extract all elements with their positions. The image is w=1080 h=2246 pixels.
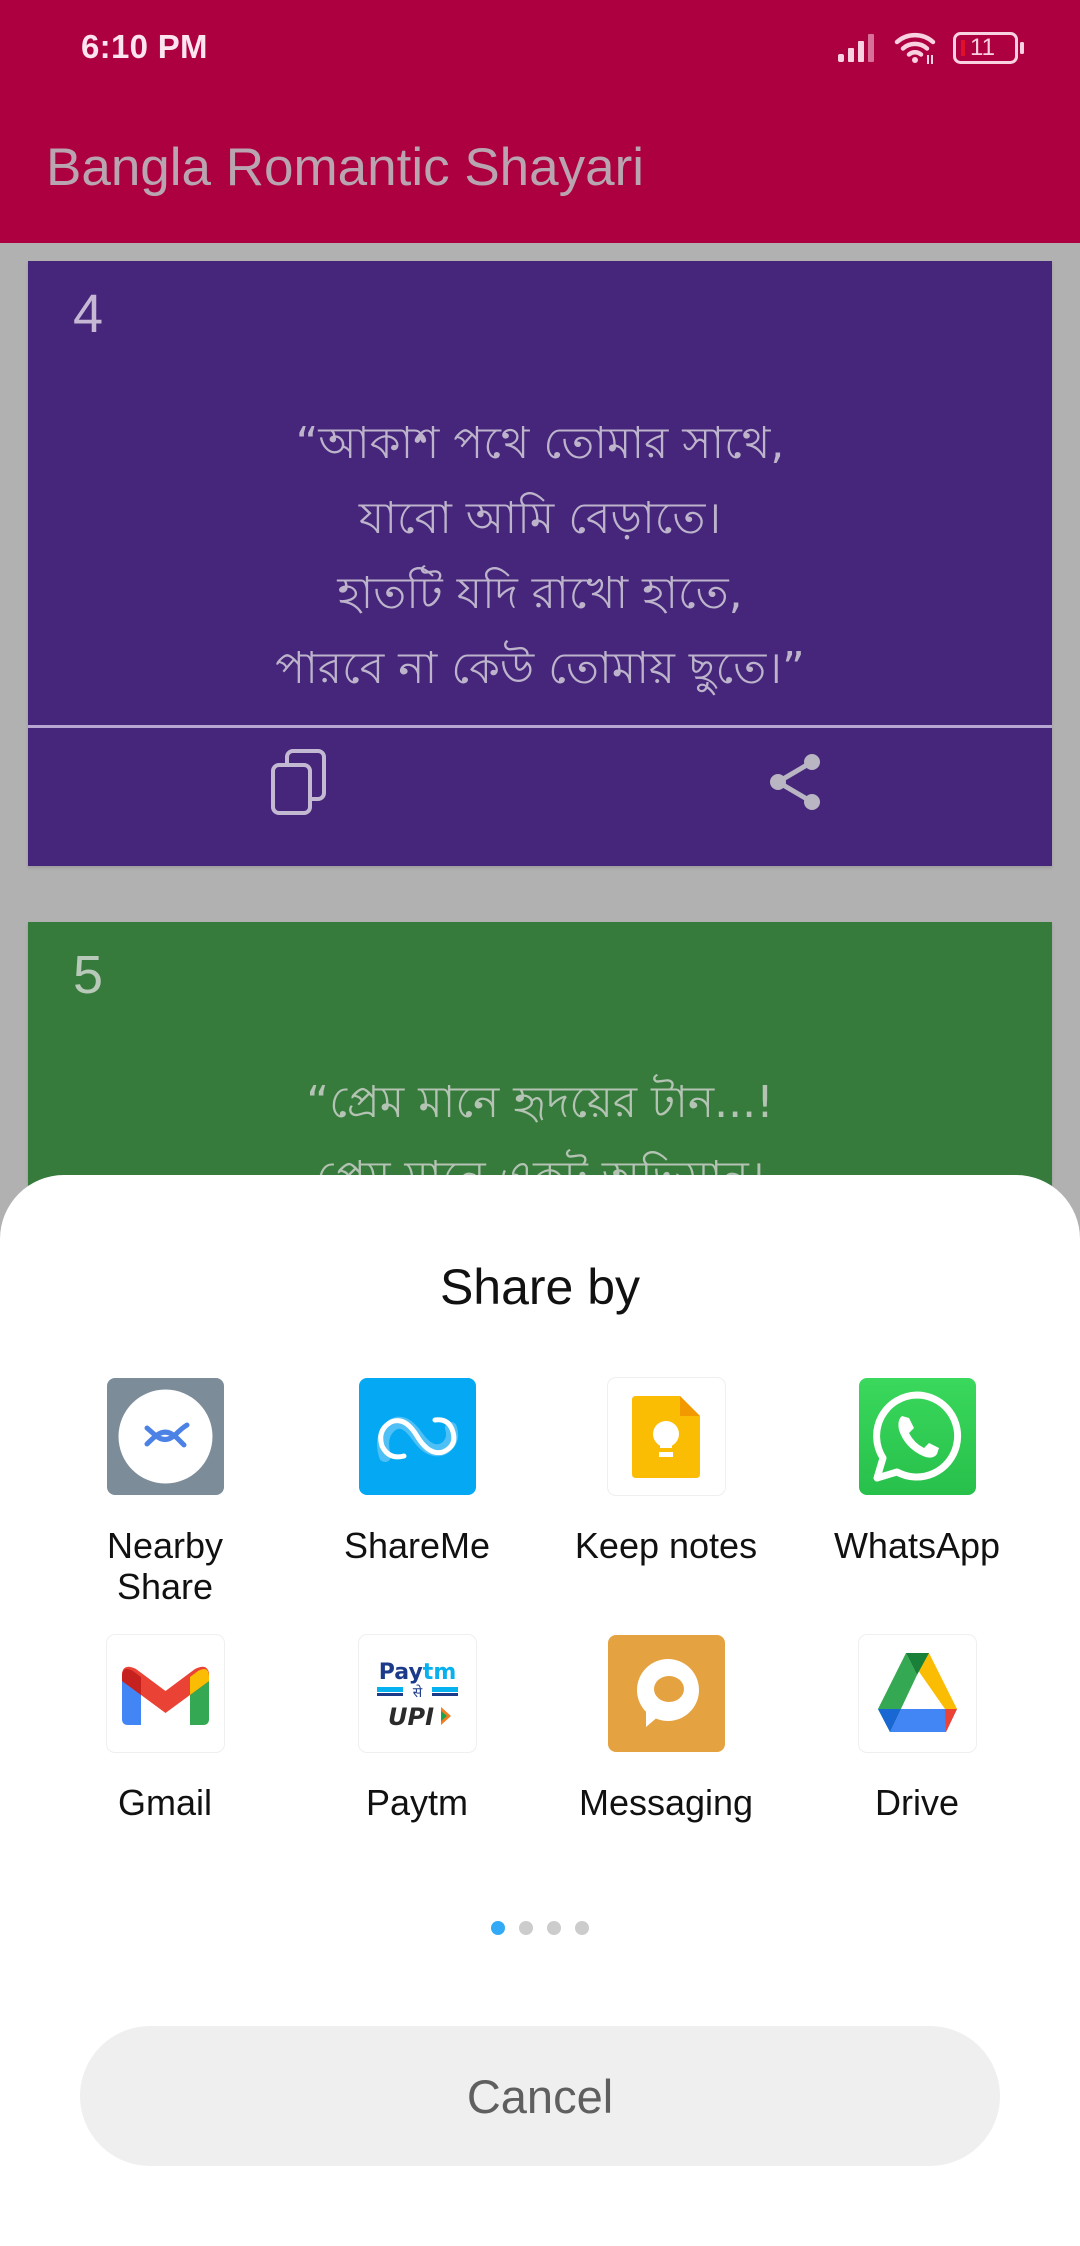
- whatsapp-icon: [858, 1378, 976, 1495]
- page-indicator: [491, 1921, 589, 1935]
- messaging-icon: [607, 1635, 725, 1752]
- app-bar: 6:10 PM 11 Bangla Romantic Shayari: [0, 0, 1080, 243]
- share-target-shareme[interactable]: ShareMe: [292, 1378, 542, 1566]
- gmail-icon: [106, 1635, 224, 1752]
- svg-text:Paytm: Paytm: [378, 1660, 456, 1685]
- share-button[interactable]: [750, 739, 840, 829]
- page-dot-active[interactable]: [491, 1921, 505, 1935]
- keep-notes-icon: [607, 1378, 725, 1495]
- app-label: Nearby Share: [106, 1525, 224, 1607]
- shayari-line: হাতটি যদি রাখো হাতে,: [337, 568, 743, 619]
- share-target-keep-notes[interactable]: Keep notes: [541, 1378, 791, 1566]
- shayari-line: “প্রেম মানে হৃদয়ের টান...!: [306, 1077, 774, 1128]
- share-target-drive[interactable]: Drive: [792, 1635, 1042, 1823]
- card-number: 5: [73, 945, 104, 1005]
- app-label: WhatsApp: [833, 1525, 1001, 1566]
- status-icons: 11: [836, 30, 1026, 66]
- page-dot[interactable]: [547, 1921, 561, 1935]
- shayari-line: “আকাশ পথে তোমার সাথে,: [295, 418, 785, 469]
- app-label: Paytm: [365, 1782, 469, 1823]
- share-icon: [768, 753, 822, 816]
- app-label: Messaging: [578, 1782, 754, 1823]
- share-target-messaging[interactable]: Messaging: [541, 1635, 791, 1823]
- app-label: Gmail: [117, 1782, 212, 1823]
- share-sheet: Share by Nearby Share ShareMe Keep notes…: [0, 1175, 1080, 2246]
- copy-icon: [270, 748, 328, 821]
- share-target-paytm[interactable]: Paytm से UPI Paytm: [292, 1635, 542, 1823]
- nearby-share-icon: [106, 1378, 224, 1495]
- app-label: Drive: [874, 1782, 959, 1823]
- page-dot[interactable]: [519, 1921, 533, 1935]
- cancel-button[interactable]: Cancel: [80, 2026, 1000, 2166]
- app-label: Keep notes: [574, 1525, 758, 1566]
- app-title: Bangla Romantic Shayari: [46, 138, 645, 197]
- svg-text:UPI: UPI: [387, 1703, 433, 1731]
- card-divider: [28, 725, 1052, 728]
- copy-button[interactable]: [254, 739, 344, 829]
- status-time: 6:10 PM: [81, 28, 208, 65]
- shayari-text: “আকাশ পথে তোমার সাথে, যাবো আমি বেড়াতে। …: [28, 406, 1052, 706]
- share-target-whatsapp[interactable]: WhatsApp: [792, 1378, 1042, 1566]
- svg-text:से: से: [412, 1684, 422, 1701]
- battery-level: 11: [970, 34, 995, 61]
- shareme-icon: [358, 1378, 476, 1495]
- shayari-line: পারবে না কেউ তোমায় ছুতে।”: [275, 643, 805, 694]
- share-target-nearby-share[interactable]: Nearby Share: [40, 1378, 290, 1607]
- page-dot[interactable]: [575, 1921, 589, 1935]
- cellular-signal-icon: [836, 32, 882, 62]
- shayari-line: যাবো আমি বেড়াতে।: [358, 493, 722, 544]
- wifi-icon: [894, 30, 938, 66]
- card-number: 4: [73, 284, 104, 344]
- app-label: ShareMe: [343, 1525, 491, 1566]
- drive-icon: [858, 1635, 976, 1752]
- shayari-card: 4 “আকাশ পথে তোমার সাথে, যাবো আমি বেড়াতে…: [28, 261, 1052, 866]
- paytm-icon: Paytm से UPI: [358, 1635, 476, 1752]
- share-sheet-title: Share by: [439, 1259, 641, 1315]
- share-target-gmail[interactable]: Gmail: [40, 1635, 290, 1823]
